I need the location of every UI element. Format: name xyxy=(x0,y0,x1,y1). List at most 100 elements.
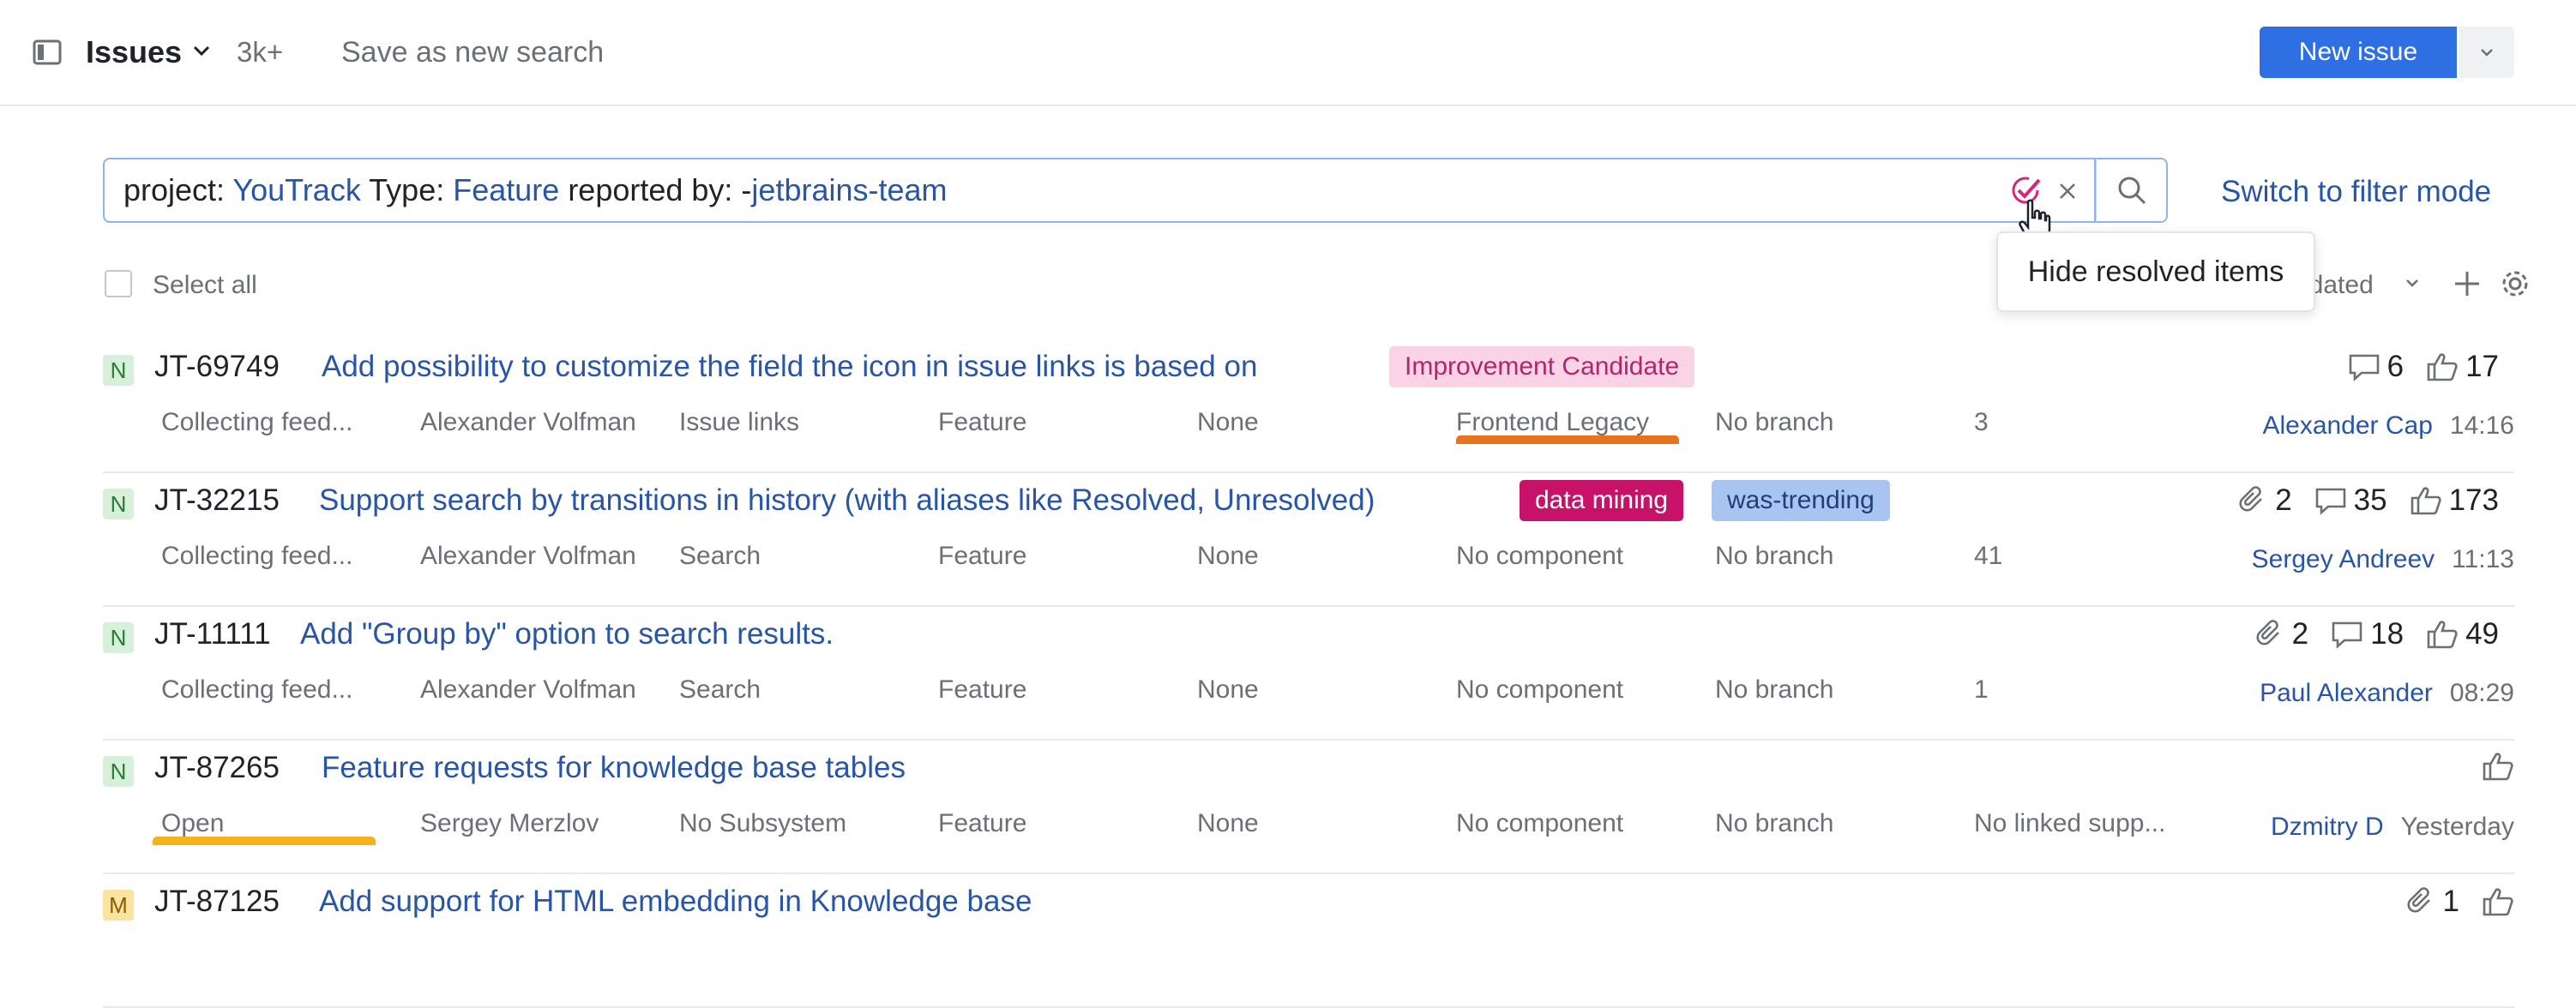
issue-id[interactable]: JT-87265 xyxy=(154,751,280,785)
comment-icon[interactable] xyxy=(2314,486,2347,515)
vote-icon[interactable] xyxy=(2410,485,2442,516)
issue-tag[interactable]: data mining xyxy=(1520,480,1684,521)
issue-id[interactable]: JT-32215 xyxy=(154,483,280,518)
updated-by-link[interactable]: Dzmitry D xyxy=(2271,813,2384,842)
fix-version-field[interactable]: None xyxy=(1197,809,1259,838)
issue-row[interactable]: M JT-87125 Add support for HTML embedding … xyxy=(103,876,2514,1008)
vote-icon[interactable] xyxy=(2426,351,2459,382)
branch-field[interactable]: No branch xyxy=(1715,408,1833,437)
branch-field[interactable]: No branch xyxy=(1715,542,1833,571)
support-field[interactable]: 1 xyxy=(1974,675,1989,705)
issue-row[interactable]: N JT-11111 Add "Group by" option to search… xyxy=(103,609,2514,741)
issue-id[interactable]: JT-87125 xyxy=(154,885,280,919)
state-field[interactable]: Collecting feed... xyxy=(161,675,352,705)
type-field[interactable]: Feature xyxy=(938,675,1026,705)
issue-id[interactable]: JT-69749 xyxy=(154,350,280,384)
search-input[interactable]: project: YouTrack Type: Feature reported… xyxy=(103,158,2096,223)
select-all-checkbox[interactable] xyxy=(105,270,132,297)
issue-meta: 1 xyxy=(2405,885,2514,919)
issue-row[interactable]: N JT-69749 Add possibility to customize th… xyxy=(103,341,2514,473)
updated-time: 08:29 xyxy=(2449,679,2514,707)
issue-title-link[interactable]: Add possibility to customize the field t… xyxy=(322,350,1257,384)
query-value: YouTrack xyxy=(232,172,361,207)
vote-count: 49 xyxy=(2465,617,2499,651)
issue-id[interactable]: JT-11111 xyxy=(154,617,271,651)
attachment-icon[interactable] xyxy=(2254,620,2285,649)
component-field[interactable]: No component xyxy=(1456,542,1623,571)
chevron-down-icon[interactable] xyxy=(192,45,211,57)
attachment-count: 2 xyxy=(2275,483,2292,517)
query-keyword: Type: xyxy=(360,172,454,207)
component-field[interactable]: Frontend Legacy xyxy=(1456,408,1649,437)
top-bar: Issues 3k+ Save as new search New issue xyxy=(0,0,2576,106)
updated-by-link[interactable]: Alexander Cap xyxy=(2262,411,2432,441)
issue-row[interactable]: N JT-32215 Support search by transitions i… xyxy=(103,475,2514,607)
add-column-icon[interactable] xyxy=(2453,269,2482,298)
updated-by-link[interactable]: Paul Alexander xyxy=(2260,679,2433,708)
priority-badge[interactable]: N xyxy=(103,622,134,653)
hide-resolved-tooltip: Hide resolved items xyxy=(1996,231,2315,312)
vote-count: 17 xyxy=(2465,350,2499,383)
comment-count: 35 xyxy=(2353,483,2387,517)
state-field[interactable]: Open xyxy=(161,809,224,838)
query-value: jetbrains-team xyxy=(751,172,948,207)
search-button[interactable] xyxy=(2096,158,2168,223)
component-field[interactable]: No component xyxy=(1456,675,1623,705)
support-field[interactable]: No linked supp... xyxy=(1974,809,2165,838)
priority-badge[interactable]: N xyxy=(103,489,134,519)
attachment-icon[interactable] xyxy=(2237,486,2268,515)
chevron-down-icon[interactable] xyxy=(2404,278,2420,288)
sidebar-toggle-icon[interactable] xyxy=(33,39,62,65)
priority-badge[interactable]: M xyxy=(103,890,134,921)
support-field[interactable]: 41 xyxy=(1974,542,2002,571)
branch-field[interactable]: No branch xyxy=(1715,809,1833,838)
issue-tag[interactable]: was-trending xyxy=(1712,480,1890,521)
issue-title-link[interactable]: Add support for HTML embedding in Knowle… xyxy=(319,885,1032,919)
subsystem-field[interactable]: Issue links xyxy=(679,408,799,437)
fix-version-field[interactable]: None xyxy=(1197,408,1259,437)
state-field[interactable]: Collecting feed... xyxy=(161,408,352,437)
issue-title-link[interactable]: Add "Group by" option to search results. xyxy=(300,617,834,651)
issue-title-link[interactable]: Feature requests for knowledge base tabl… xyxy=(322,751,906,785)
updated-by-link[interactable]: Sergey Andreev xyxy=(2252,545,2435,574)
fix-version-field[interactable]: None xyxy=(1197,675,1259,705)
component-field[interactable]: No component xyxy=(1456,809,1623,838)
state-field[interactable]: Collecting feed... xyxy=(161,542,352,571)
query-keyword: reported by: - xyxy=(559,172,752,207)
priority-badge[interactable]: N xyxy=(103,756,134,787)
issue-tag[interactable]: Improvement Candidate xyxy=(1389,346,1695,387)
type-field[interactable]: Feature xyxy=(938,408,1026,437)
attachment-count: 2 xyxy=(2291,617,2309,651)
gear-icon[interactable] xyxy=(2501,269,2530,298)
page-title[interactable]: Issues xyxy=(86,34,182,70)
comment-icon[interactable] xyxy=(2348,352,2380,381)
type-field[interactable]: Feature xyxy=(938,809,1026,838)
switch-filter-mode-link[interactable]: Switch to filter mode xyxy=(2221,175,2491,209)
clear-search-icon[interactable] xyxy=(2058,182,2077,201)
assignee-field[interactable]: Alexander Volfman xyxy=(420,408,636,437)
chevron-down-icon xyxy=(2479,47,2495,57)
priority-badge[interactable]: N xyxy=(103,355,134,386)
vote-icon[interactable] xyxy=(2426,619,2459,650)
branch-field[interactable]: No branch xyxy=(1715,675,1833,705)
issue-title-link[interactable]: Support search by transitions in history… xyxy=(319,483,1375,518)
fix-version-field[interactable]: None xyxy=(1197,542,1259,571)
issue-row[interactable]: N JT-87265 Feature requests for knowledge … xyxy=(103,742,2514,874)
assignee-field[interactable]: Alexander Volfman xyxy=(420,675,636,705)
new-issue-button[interactable]: New issue xyxy=(2260,27,2457,78)
assignee-field[interactable]: Sergey Merzlov xyxy=(420,809,599,838)
assignee-field[interactable]: Alexander Volfman xyxy=(420,542,636,571)
new-issue-dropdown-button[interactable] xyxy=(2459,27,2514,78)
attachment-icon[interactable] xyxy=(2405,887,2436,916)
save-search-link[interactable]: Save as new search xyxy=(341,36,604,69)
vote-icon[interactable] xyxy=(2482,886,2514,917)
vote-icon[interactable] xyxy=(2482,751,2514,782)
subsystem-field[interactable]: Search xyxy=(679,675,761,705)
type-field[interactable]: Feature xyxy=(938,542,1026,571)
comment-icon[interactable] xyxy=(2331,620,2363,649)
subsystem-field[interactable]: No Subsystem xyxy=(679,809,846,838)
support-field[interactable]: 3 xyxy=(1974,408,1989,437)
updated-time: 11:13 xyxy=(2452,545,2514,573)
updated-time: Yesterday xyxy=(2400,813,2514,841)
subsystem-field[interactable]: Search xyxy=(679,542,761,571)
